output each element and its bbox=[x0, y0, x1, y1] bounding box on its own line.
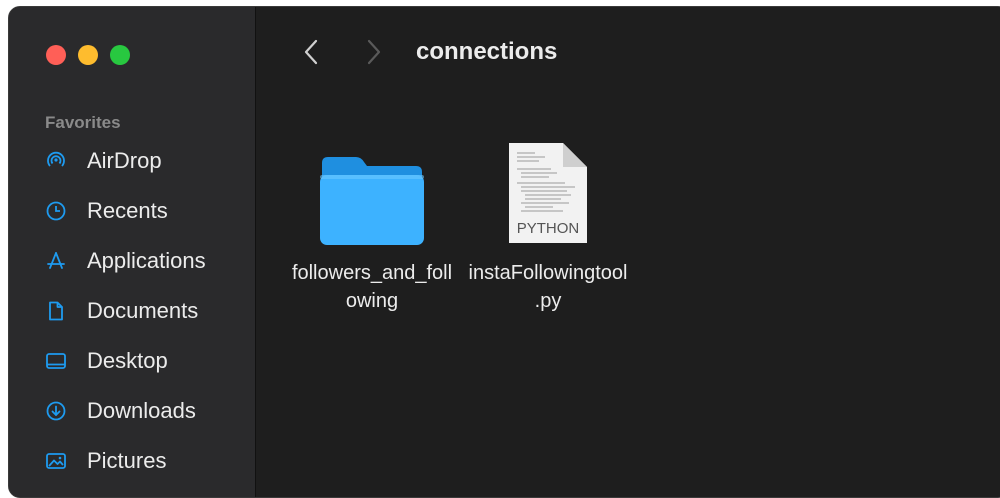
sidebar-item-label: Documents bbox=[87, 298, 199, 323]
sidebar-item-recents[interactable]: Recents bbox=[45, 186, 206, 236]
forward-button[interactable] bbox=[359, 35, 389, 69]
sidebar-item-applications[interactable]: Applications bbox=[45, 236, 206, 286]
sidebar-item-downloads[interactable]: Downloads bbox=[45, 386, 206, 436]
sidebar-item-label: Downloads bbox=[87, 398, 196, 423]
close-button[interactable] bbox=[46, 45, 66, 65]
sidebar-item-label: Desktop bbox=[87, 348, 168, 373]
clock-icon bbox=[45, 200, 67, 222]
desktop-icon bbox=[45, 350, 67, 372]
python-file-icon: PYTHON bbox=[443, 121, 653, 247]
sidebar: Favorites AirDrop Recents Applications D… bbox=[9, 7, 256, 497]
download-icon bbox=[45, 400, 67, 422]
back-button[interactable] bbox=[296, 35, 326, 69]
document-icon bbox=[45, 300, 67, 322]
file-name: instaFollowingtool .py bbox=[468, 262, 628, 312]
finder-window: Favorites AirDrop Recents Applications D… bbox=[8, 6, 1000, 498]
sidebar-item-desktop[interactable]: Desktop bbox=[45, 336, 206, 386]
sidebar-item-pictures[interactable]: Pictures bbox=[45, 436, 206, 486]
file-item-python[interactable]: PYTHON instaFollowingtool .py bbox=[443, 121, 653, 315]
favorites-list: AirDrop Recents Applications Documents D… bbox=[45, 136, 206, 486]
sidebar-item-label: Recents bbox=[87, 198, 168, 223]
sidebar-item-airdrop[interactable]: AirDrop bbox=[45, 136, 206, 186]
favorites-section-title: Favorites bbox=[45, 113, 121, 132]
sidebar-item-documents[interactable]: Documents bbox=[45, 286, 206, 336]
sidebar-item-label: Applications bbox=[87, 248, 206, 273]
minimize-button[interactable] bbox=[78, 45, 98, 65]
traffic-lights bbox=[46, 45, 130, 65]
sidebar-item-label: AirDrop bbox=[87, 148, 162, 173]
main-content: connections followers_and_foll owing PYT… bbox=[256, 7, 1000, 497]
applications-icon bbox=[45, 250, 67, 272]
sidebar-item-label: Pictures bbox=[87, 448, 167, 473]
chevron-left-icon bbox=[304, 39, 318, 65]
chevron-right-icon bbox=[367, 39, 381, 65]
zoom-button[interactable] bbox=[110, 45, 130, 65]
window-title: connections bbox=[416, 38, 558, 65]
airdrop-icon bbox=[45, 150, 67, 172]
python-badge: PYTHON bbox=[517, 220, 580, 237]
pictures-icon bbox=[45, 450, 67, 472]
